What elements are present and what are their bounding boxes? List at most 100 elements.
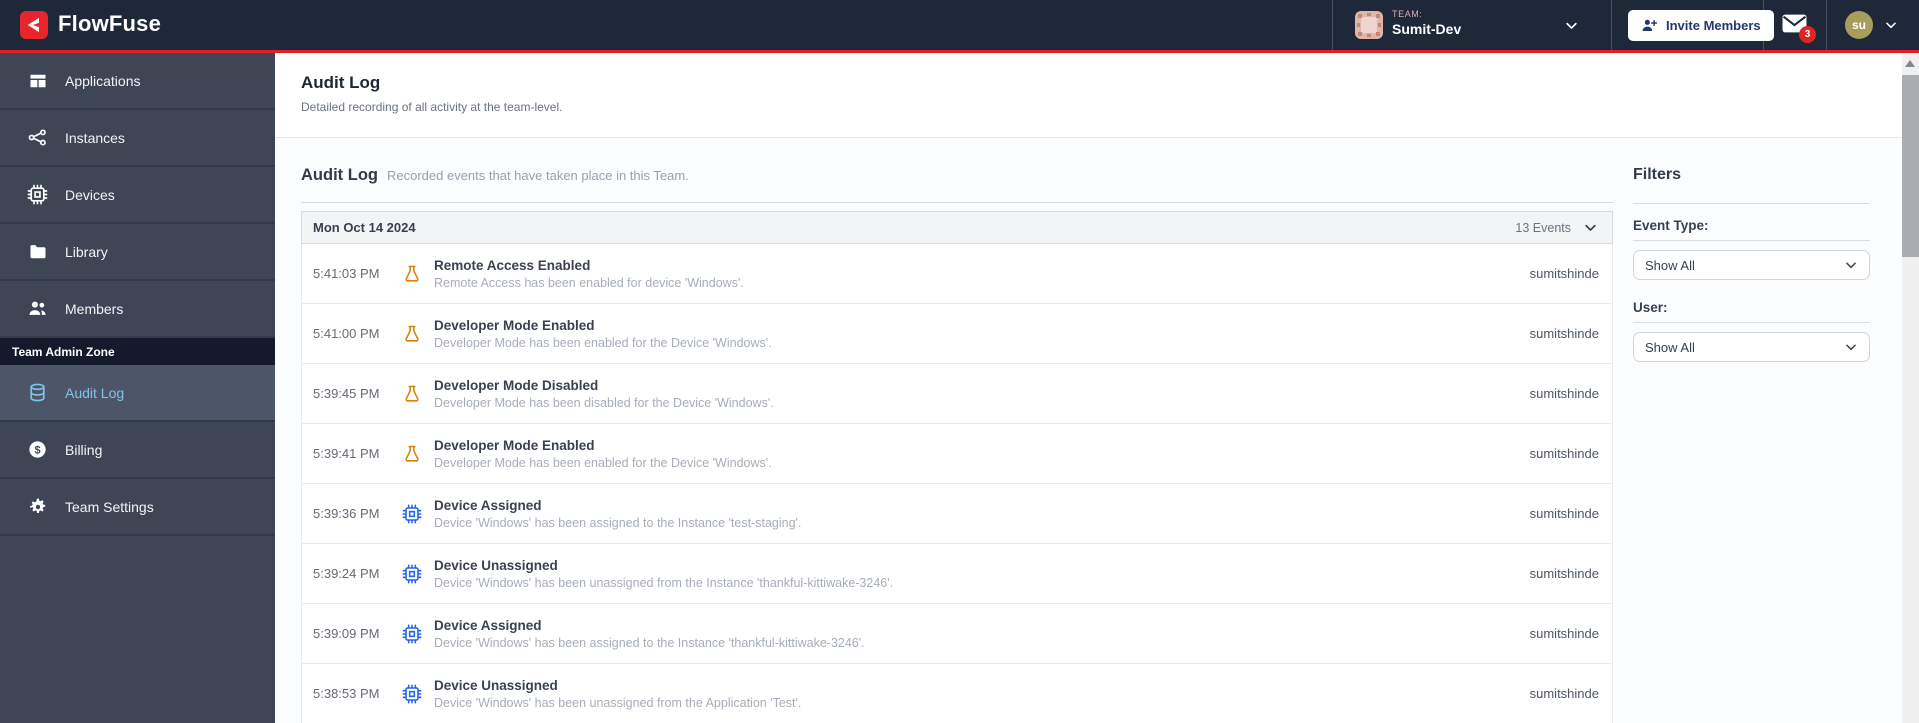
scrollbar-thumb[interactable]: [1902, 75, 1919, 257]
user-plus-icon: [1642, 19, 1658, 32]
audit-event-row: 5:39:09 PM Device Assigned Device 'Windo…: [302, 604, 1612, 664]
event-type-select[interactable]: Show All: [1633, 250, 1870, 280]
top-nav: FlowFuse TEAM: Sumit-Dev Invite Members …: [0, 0, 1919, 53]
event-title: Device Unassigned: [434, 677, 558, 693]
chevron-down-icon: [1564, 18, 1579, 38]
section-heading: Audit Log Recorded events that have take…: [301, 166, 1613, 203]
sidebar-item-members[interactable]: Members: [0, 281, 275, 338]
filters-panel: Filters Event Type: Show All User: Show …: [1633, 166, 1870, 723]
user-avatar: su: [1845, 11, 1873, 39]
sidebar-item-instances[interactable]: Instances: [0, 110, 275, 167]
audit-event-row: 5:39:41 PM Developer Mode Enabled Develo…: [302, 424, 1612, 484]
event-time: 5:38:53 PM: [313, 686, 380, 701]
event-user: sumitshinde: [1529, 566, 1599, 581]
flask-icon: [401, 263, 422, 284]
event-time: 5:39:45 PM: [313, 386, 380, 401]
filters-title: Filters: [1633, 166, 1870, 204]
event-description: Remote Access has been enabled for devic…: [434, 275, 744, 290]
sidebar-item-library[interactable]: Library: [0, 224, 275, 281]
team-name: Sumit-Dev: [1392, 21, 1462, 37]
event-type-label: Event Type:: [1633, 218, 1870, 241]
event-user: sumitshinde: [1529, 326, 1599, 341]
event-user: sumitshinde: [1529, 626, 1599, 641]
team-selector[interactable]: TEAM: Sumit-Dev: [1340, 0, 1602, 50]
audit-event-row: 5:39:24 PM Device Unassigned Device 'Win…: [302, 544, 1612, 604]
notifications-button[interactable]: 3: [1763, 0, 1826, 50]
scrollbar-up-arrow[interactable]: [1905, 60, 1915, 67]
audit-event-row: 5:38:53 PM Device Unassigned Device 'Win…: [302, 664, 1612, 723]
section-title: Audit Log: [301, 166, 378, 184]
event-time: 5:39:36 PM: [313, 506, 380, 521]
sidebar-item-label: Library: [65, 243, 108, 260]
event-time: 5:41:03 PM: [313, 266, 380, 281]
audit-event-row: 5:41:00 PM Developer Mode Enabled Develo…: [302, 304, 1612, 364]
applications-icon: [27, 70, 48, 91]
event-time: 5:39:24 PM: [313, 566, 380, 581]
event-user: sumitshinde: [1529, 446, 1599, 461]
team-avatar: [1355, 11, 1383, 39]
chip-icon: [401, 623, 422, 644]
flask-icon: [401, 443, 422, 464]
event-title: Remote Access Enabled: [434, 257, 591, 273]
brand-name[interactable]: FlowFuse: [58, 11, 161, 37]
flowfuse-logo-icon: [27, 17, 39, 33]
sidebar-item-audit-log[interactable]: Audit Log: [0, 365, 275, 422]
sidebar-item-label: Billing: [65, 441, 103, 458]
chevron-down-icon: [1846, 344, 1856, 351]
events-count: 13 Events: [1515, 220, 1571, 235]
event-description: Developer Mode has been enabled for the …: [434, 455, 772, 470]
billing-icon: $: [27, 439, 48, 460]
event-type-selected-value: Show All: [1645, 257, 1695, 273]
user-filter-select[interactable]: Show All: [1633, 332, 1870, 362]
chip-icon: [401, 563, 422, 584]
members-icon: [27, 298, 48, 319]
sidebar-item-label: Applications: [65, 72, 141, 89]
audit-log-icon: [27, 382, 48, 403]
invite-members-button[interactable]: Invite Members: [1628, 10, 1774, 41]
chevron-down-icon: [1846, 262, 1856, 269]
sidebar-item-label: Audit Log: [65, 384, 125, 401]
chip-icon: [401, 503, 422, 524]
event-time: 5:39:09 PM: [313, 626, 380, 641]
event-title: Device Assigned: [434, 497, 542, 513]
chip-icon: [401, 683, 422, 704]
event-description: Device 'Windows' has been assigned to th…: [434, 635, 865, 650]
event-title: Developer Mode Enabled: [434, 437, 595, 453]
event-description: Developer Mode has been enabled for the …: [434, 335, 772, 350]
event-description: Developer Mode has been disabled for the…: [434, 395, 774, 410]
team-eyebrow-label: TEAM:: [1392, 9, 1423, 19]
event-user: sumitshinde: [1529, 506, 1599, 521]
sidebar-item-label: Team Settings: [65, 498, 154, 515]
sidebar-item-label: Devices: [65, 186, 115, 203]
section-subtitle: Recorded events that have taken place in…: [386, 168, 689, 183]
sidebar-item-label: Members: [65, 300, 124, 317]
user-menu[interactable]: su: [1826, 0, 1919, 50]
audit-log-list-column: Audit Log Recorded events that have take…: [301, 166, 1613, 723]
sidebar-item-billing[interactable]: $ Billing: [0, 422, 275, 479]
audit-event-row: 5:41:03 PM Remote Access Enabled Remote …: [302, 244, 1612, 304]
invite-members-label: Invite Members: [1666, 18, 1761, 33]
user-filter-label: User:: [1633, 300, 1870, 323]
flask-icon: [401, 323, 422, 344]
sidebar-item-devices[interactable]: Devices: [0, 167, 275, 224]
sidebar-item-applications[interactable]: Applications: [0, 53, 275, 110]
svg-text:$: $: [34, 444, 40, 456]
nav-separator: [1332, 0, 1333, 50]
event-title: Device Unassigned: [434, 557, 558, 573]
page-title: Audit Log: [301, 73, 381, 92]
event-time: 5:41:00 PM: [313, 326, 380, 341]
nav-separator: [1611, 0, 1612, 50]
date-group-header[interactable]: Mon Oct 14 2024 13 Events: [301, 211, 1613, 244]
flask-icon: [401, 383, 422, 404]
sidebar: Applications Instances Devices Library M…: [0, 53, 275, 723]
notification-badge: 3: [1799, 26, 1816, 43]
sidebar-item-team-settings[interactable]: Team Settings: [0, 479, 275, 536]
flowfuse-logo[interactable]: [20, 11, 48, 39]
chevron-down-icon[interactable]: [1583, 220, 1598, 235]
event-title: Developer Mode Disabled: [434, 377, 599, 393]
chevron-down-icon: [1884, 18, 1898, 37]
event-description: Device 'Windows' has been unassigned fro…: [434, 695, 802, 710]
event-description: Device 'Windows' has been unassigned fro…: [434, 575, 894, 590]
vertical-scrollbar[interactable]: [1902, 53, 1919, 723]
event-user: sumitshinde: [1529, 686, 1599, 701]
